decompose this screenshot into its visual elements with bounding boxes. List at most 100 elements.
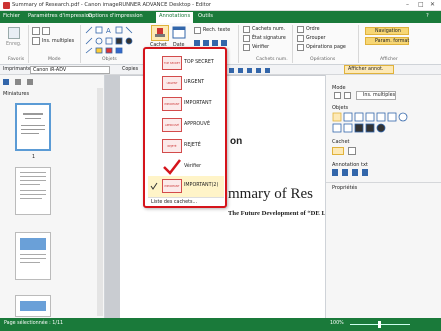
- thumbnail-scrollbar[interactable]: [97, 88, 103, 316]
- ins-multiples-icon[interactable]: [32, 37, 40, 45]
- stamp-item-approuve[interactable]: APPROUVÉ APPROUVÉ: [148, 115, 224, 136]
- doc-text-line1: on: [230, 136, 243, 147]
- help-icon[interactable]: ?: [426, 13, 429, 19]
- page-operations-icon[interactable]: [297, 44, 304, 51]
- date-tool-icon[interactable]: [348, 147, 356, 155]
- stamp-item-top-secret[interactable]: TOP SECRET TOP SECRET: [148, 53, 224, 74]
- select-icon[interactable]: [32, 27, 40, 35]
- stamp-item-label: Vérifier: [184, 164, 202, 169]
- param-format-button[interactable]: Param. format: [365, 37, 409, 45]
- date-icon[interactable]: [172, 25, 186, 41]
- grouper-button[interactable]: Grouper: [306, 36, 326, 41]
- stamp-item-rejete[interactable]: REJETÉ REJETÉ: [148, 136, 224, 157]
- close-icon[interactable]: ✕: [430, 1, 435, 8]
- objects-tools-icon[interactable]: A: [84, 26, 142, 56]
- properties-panel: Mode Ins. multiples Objets Cachet Annota…: [325, 75, 441, 318]
- menu-bar: Fichier Paramètres d'impression Options …: [0, 11, 441, 23]
- stamp-item-important[interactable]: IMPORTANT IMPORTANT: [148, 94, 224, 115]
- ins-multiples-button[interactable]: Ins. multiples: [42, 39, 74, 44]
- mode-hand-icon[interactable]: [344, 92, 351, 99]
- stamp-item-urgent[interactable]: URGENT URGENT: [148, 73, 224, 94]
- thumbnail-page-4[interactable]: [15, 295, 51, 317]
- thumbnail-page-3[interactable]: [15, 232, 51, 280]
- thumbnail-tab-icons[interactable]: [3, 78, 43, 86]
- separator: [358, 25, 359, 63]
- signature-status-icon[interactable]: [243, 35, 250, 42]
- group-icon[interactable]: [297, 35, 304, 42]
- maximize-icon[interactable]: □: [418, 1, 424, 8]
- stamp-item-label: REJETÉ: [184, 143, 201, 148]
- cachets-num-button[interactable]: Cachets num.: [252, 27, 285, 32]
- verify-icon[interactable]: [243, 44, 250, 51]
- thumbnail-panel-title: Miniatures: [3, 91, 30, 97]
- stamp-preview: IMPORTANT: [162, 179, 182, 193]
- stamp-list-link[interactable]: Liste des cachets...: [148, 197, 224, 206]
- afficher-annot-label: Afficher annot.: [348, 67, 384, 72]
- menu-annotations[interactable]: Annotations: [156, 12, 194, 23]
- separator: [238, 25, 239, 63]
- text-format-icons[interactable]: [194, 39, 234, 47]
- stamp-item-important-2[interactable]: IMPORTANT IMPORTANT(2): [148, 176, 224, 197]
- stamp-preview-text: REJETÉ: [167, 145, 177, 148]
- cachet-button-icon[interactable]: [151, 25, 169, 41]
- search-text-icon[interactable]: [194, 27, 201, 34]
- rech-texte-button[interactable]: Rech. texte: [203, 28, 230, 33]
- app-icon: [3, 2, 10, 9]
- status-bar: Page sélectionnée : 1/11 100%: [0, 318, 441, 331]
- group-objets-label: Objets: [102, 57, 117, 62]
- zoom-slider-handle[interactable]: [378, 321, 381, 328]
- stamp-dropdown: TOP SECRET TOP SECRET URGENT URGENT IMPO…: [143, 47, 227, 208]
- menu-outils[interactable]: Outils: [198, 13, 213, 19]
- verifier-button[interactable]: Vérifier: [252, 45, 269, 50]
- stamp-item-label: URGENT: [184, 80, 205, 85]
- stamp-list-label: Liste des cachets...: [151, 200, 198, 205]
- objects-grid: A: [84, 26, 142, 56]
- ordre-button[interactable]: Ordre: [306, 27, 320, 32]
- minimize-icon[interactable]: –: [406, 1, 409, 8]
- menu-fichier[interactable]: Fichier: [3, 13, 20, 19]
- stamp-preview: IMPORTANT: [162, 97, 182, 111]
- stamp-item-label: TOP SECRET: [184, 60, 214, 65]
- group-favoris-label: Favoris: [8, 57, 25, 62]
- etat-signature-button[interactable]: État signature: [252, 36, 286, 41]
- save-icon[interactable]: [8, 27, 20, 39]
- mode-select-icon[interactable]: [334, 92, 341, 99]
- group-cachets-num-label: Cachets num.: [256, 57, 288, 62]
- menu-parametres-impression[interactable]: Paramètres d'impression: [28, 13, 92, 19]
- afficher-annot-button[interactable]: Afficher annot.: [344, 65, 394, 74]
- stamp-preview-text: IMPORTANT: [164, 185, 180, 188]
- navigation-button[interactable]: Navigation: [365, 27, 409, 35]
- digital-stamp-icon[interactable]: [243, 26, 250, 33]
- stamp-item-verifier[interactable]: Vérifier: [148, 157, 224, 178]
- stamp-preview: URGENT: [162, 76, 182, 90]
- printer-select[interactable]: Canon iR-ADV: [30, 66, 110, 74]
- order-icon[interactable]: [297, 26, 304, 33]
- edit-tools-icons[interactable]: [229, 66, 289, 74]
- menu-options-impression[interactable]: Options d'impression: [88, 13, 143, 19]
- hand-icon[interactable]: [42, 27, 50, 35]
- printer-label: Imprimante: [3, 67, 31, 72]
- enreg-button[interactable]: Enreg.: [6, 42, 21, 47]
- annotation-tools[interactable]: [332, 169, 392, 177]
- operations-page-button[interactable]: Opérations page: [306, 45, 346, 50]
- divider: [326, 182, 441, 183]
- navigation-label: Navigation: [375, 29, 401, 34]
- cachet-tool-icon[interactable]: [332, 147, 344, 155]
- objets-tools[interactable]: [332, 112, 412, 134]
- stamp-preview-text: URGENT: [166, 82, 178, 85]
- thumbnail-page-1[interactable]: [15, 103, 51, 151]
- status-page: Page sélectionnée : 1/11: [4, 321, 64, 326]
- annotation-section-title: Annotation txt: [332, 162, 368, 168]
- cachet-section-title: Cachet: [332, 139, 350, 145]
- separator: [292, 25, 293, 63]
- thumbnail-page-2[interactable]: [15, 167, 51, 215]
- ins-multiples-toggle[interactable]: Ins. multiples: [356, 91, 396, 100]
- stamp-item-label: IMPORTANT(2): [184, 183, 219, 188]
- doc-title: mmary of Res: [228, 186, 313, 202]
- doc-subtitle: The Future Development of “DE LA: [228, 210, 331, 217]
- proprietes-section-title: Propriétés: [332, 185, 358, 191]
- group-afficher-label: Afficher: [380, 57, 398, 62]
- separator: [80, 25, 81, 63]
- separator: [28, 25, 29, 63]
- stamp-preview-text: APPROUVÉ: [164, 124, 180, 127]
